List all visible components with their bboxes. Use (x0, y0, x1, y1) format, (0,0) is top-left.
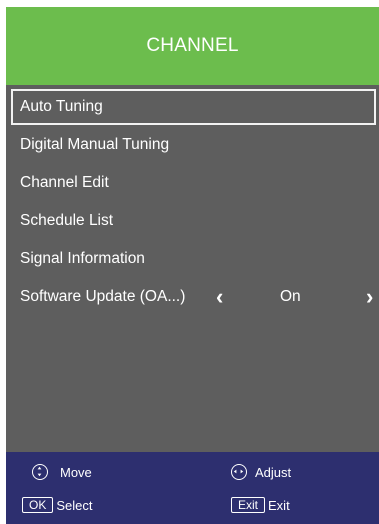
menu-item-signal-information[interactable]: Signal Information (6, 241, 379, 277)
menu-item-label: Auto Tuning (20, 98, 103, 115)
software-update-selector[interactable]: ‹ On › (212, 279, 379, 315)
exit-hint: Exit Exit (231, 497, 290, 513)
up-down-circle-icon (32, 464, 48, 480)
page-title: CHANNEL (146, 35, 239, 56)
chevron-left-icon[interactable]: ‹ (216, 279, 223, 315)
chevron-right-icon[interactable]: › (366, 279, 373, 315)
menu-item-label: Signal Information (20, 250, 145, 267)
select-hint: OK Select (22, 497, 92, 513)
move-hint: Move (32, 464, 92, 480)
menu-item-channel-edit[interactable]: Channel Edit (6, 165, 379, 201)
menu-item-software-update[interactable]: Software Update (OA...) ‹ On › (6, 279, 379, 315)
menu-item-label: Software Update (OA...) (20, 288, 186, 305)
menu-item-auto-tuning[interactable]: Auto Tuning (11, 89, 376, 125)
left-right-circle-icon (231, 464, 247, 480)
menu-item-schedule-list[interactable]: Schedule List (6, 203, 379, 239)
move-label: Move (60, 464, 92, 480)
menu-item-label: Channel Edit (20, 174, 109, 191)
menu-item-digital-manual-tuning[interactable]: Digital Manual Tuning (6, 127, 379, 163)
menu-item-label: Digital Manual Tuning (20, 136, 170, 153)
exit-label: Exit (268, 497, 290, 513)
exit-key: Exit (231, 497, 266, 513)
menu-header: CHANNEL (6, 7, 379, 85)
software-update-value: On (280, 288, 301, 305)
channel-menu-panel: CHANNEL Auto Tuning Digital Manual Tunin… (6, 7, 379, 524)
adjust-hint: Adjust (231, 464, 291, 480)
ok-key: OK (22, 497, 54, 513)
select-label: Select (56, 497, 93, 513)
key-hints-footer: Move Adjust OK Select Exit Exit (6, 452, 379, 524)
adjust-label: Adjust (255, 464, 292, 480)
menu-item-label: Schedule List (20, 212, 114, 229)
